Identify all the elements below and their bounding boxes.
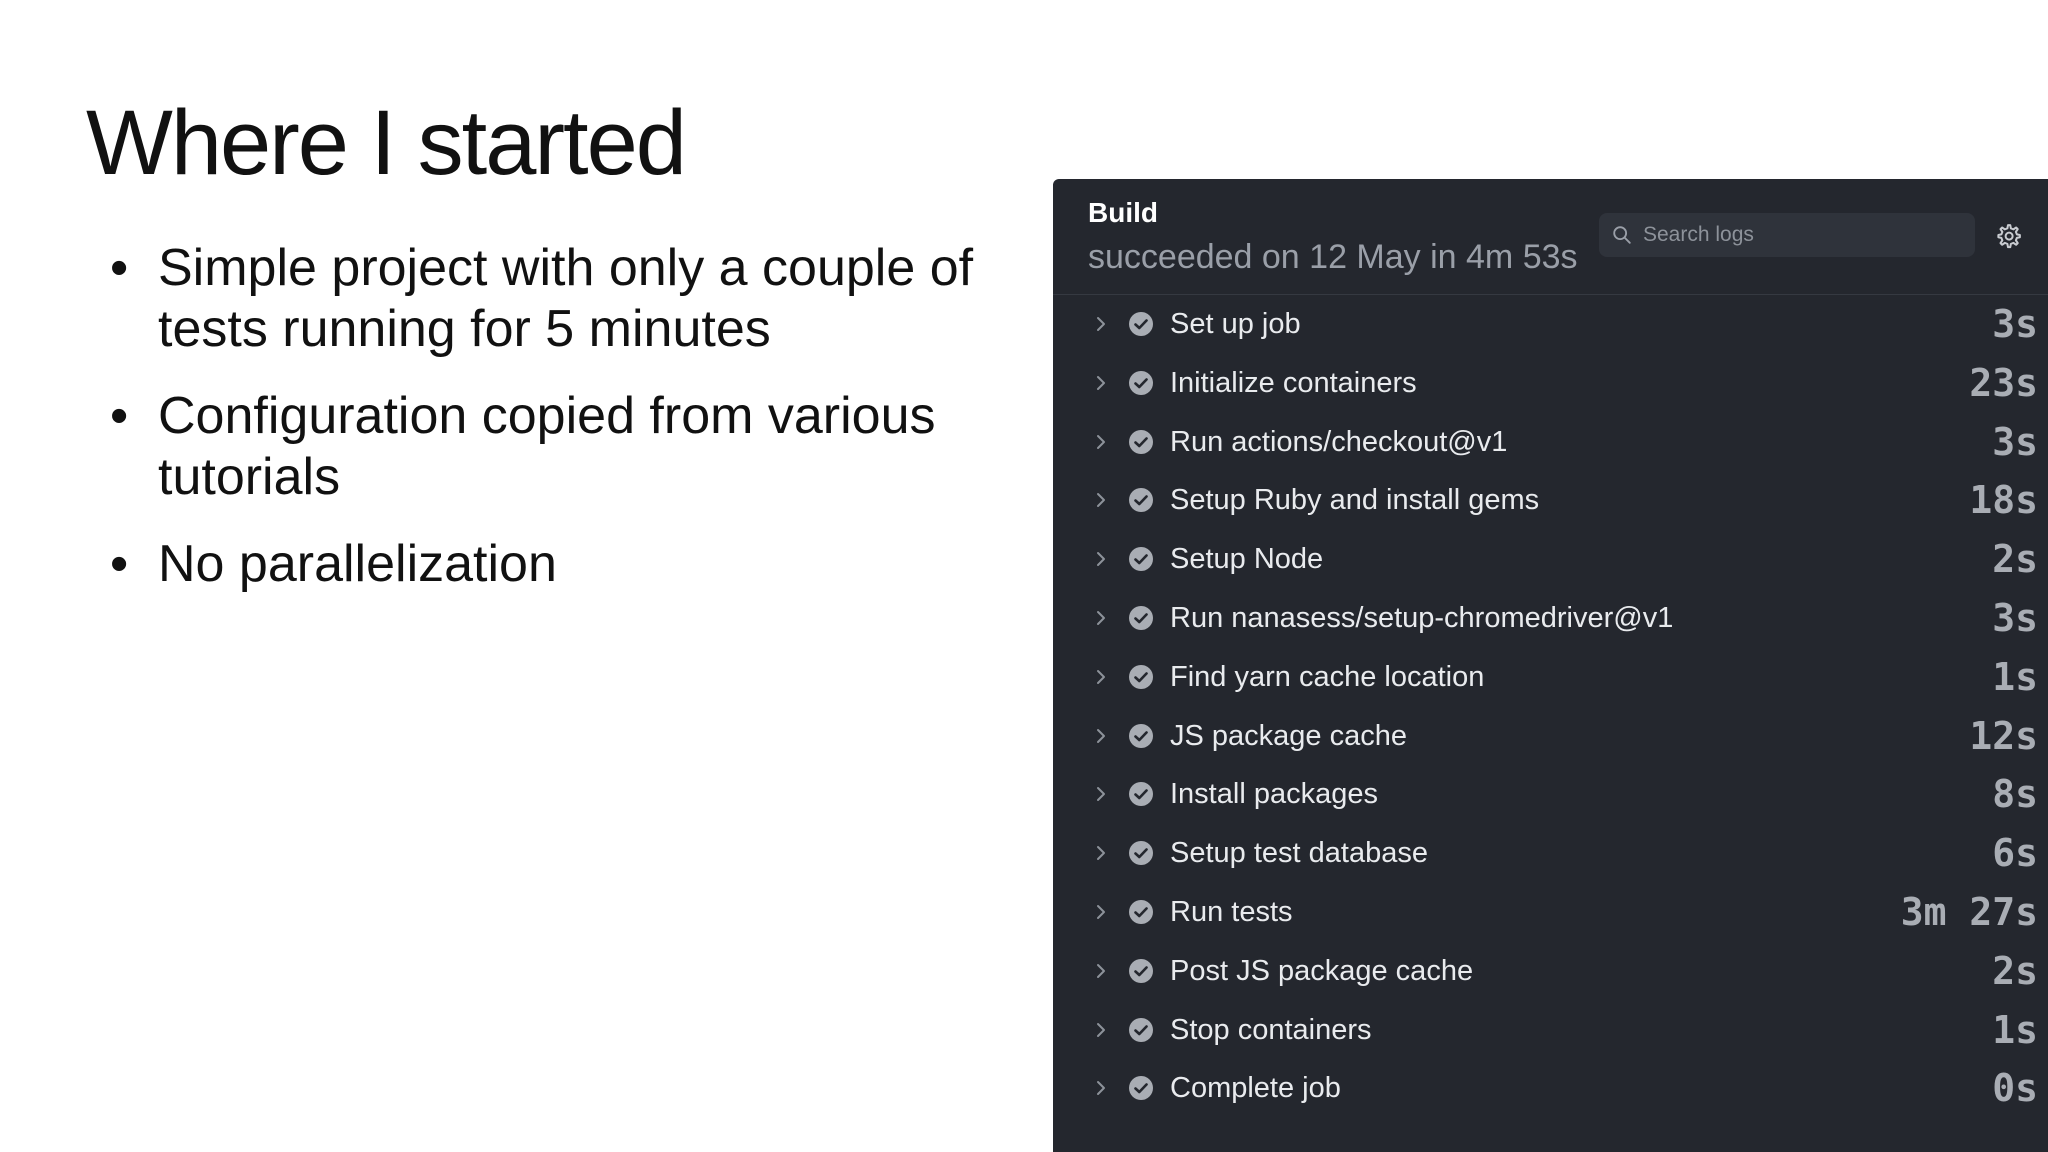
step-name: JS package cache [1170, 719, 1407, 752]
job-steps-list: Set up job 3s Initialize containers 23s Run … [1053, 295, 2048, 1118]
step-duration: 18s [1969, 478, 2038, 523]
bullet-point: • [110, 387, 129, 445]
job-step[interactable]: Setup Node 2s [1053, 530, 2048, 589]
search-icon [1613, 226, 1631, 244]
search-logs-box[interactable] [1599, 213, 1975, 257]
check-circle-icon [1129, 370, 1153, 395]
chevron-right-icon[interactable] [1091, 783, 1111, 805]
chevron-right-icon[interactable] [1091, 372, 1111, 394]
job-step[interactable]: Initialize containers 23s [1053, 354, 2048, 413]
bullet-point: • [110, 535, 129, 593]
step-name: Run tests [1170, 895, 1293, 928]
step-duration: 1s [1992, 654, 2038, 699]
check-circle-icon [1129, 488, 1153, 513]
slide-title: Where I started [86, 92, 687, 194]
bullet-item: • Configuration copied from various tuto… [110, 386, 1010, 508]
step-name: Run nanasess/setup-chromedriver@v1 [1170, 601, 1674, 634]
chevron-right-icon[interactable] [1091, 607, 1111, 629]
build-status-summary: succeeded on 12 May in 4m 53s [1088, 238, 1578, 276]
check-circle-icon [1129, 1017, 1153, 1042]
job-step[interactable]: Setup test database 6s [1053, 824, 2048, 883]
step-name: Set up job [1170, 308, 1301, 340]
step-duration: 8s [1992, 772, 2038, 817]
check-circle-icon [1129, 605, 1153, 630]
check-circle-icon [1129, 841, 1153, 866]
step-name: Complete job [1170, 1072, 1341, 1105]
gear-icon[interactable] [1993, 222, 2023, 252]
chevron-right-icon[interactable] [1091, 489, 1111, 511]
chevron-right-icon[interactable] [1091, 431, 1111, 453]
step-name: Post JS package cache [1170, 954, 1474, 987]
search-logs-input[interactable] [1643, 213, 1963, 257]
job-step[interactable]: Run actions/checkout@v1 3s [1053, 413, 2048, 472]
job-step[interactable]: Setup Ruby and install gems 18s [1053, 471, 2048, 530]
step-name: Install packages [1170, 778, 1378, 811]
step-name: Initialize containers [1170, 366, 1417, 399]
step-duration: 12s [1969, 713, 2038, 758]
job-step[interactable]: Find yarn cache location 1s [1053, 648, 2048, 707]
step-name: Stop containers [1170, 1013, 1372, 1046]
chevron-right-icon[interactable] [1091, 1077, 1111, 1099]
step-name: Setup Node [1170, 543, 1324, 576]
chevron-right-icon[interactable] [1091, 1019, 1111, 1041]
step-name: Find yarn cache location [1170, 660, 1485, 693]
step-duration: 0s [1992, 1066, 2038, 1111]
step-duration: 2s [1992, 948, 2038, 993]
check-circle-icon [1129, 429, 1153, 454]
step-name: Setup Ruby and install gems [1170, 484, 1540, 517]
chevron-right-icon[interactable] [1091, 842, 1111, 864]
step-duration: 3m 27s [1900, 889, 2038, 934]
step-duration: 3s [1992, 595, 2038, 640]
step-duration: 2s [1992, 537, 2038, 582]
step-name: Setup test database [1170, 837, 1428, 870]
chevron-right-icon[interactable] [1091, 960, 1111, 982]
chevron-right-icon[interactable] [1091, 725, 1111, 747]
build-title: Build [1088, 197, 1158, 228]
step-duration: 3s [1992, 419, 2038, 464]
check-circle-icon [1129, 664, 1153, 689]
bullet-item: • No parallelization [110, 534, 1010, 595]
job-step[interactable]: Run nanasess/setup-chromedriver@v1 3s [1053, 589, 2048, 648]
bullet-text: No parallelization [158, 535, 557, 593]
build-header: Build succeeded on 12 May in 4m 53s [1053, 179, 2048, 295]
check-circle-icon [1129, 1076, 1153, 1101]
step-duration: 6s [1992, 831, 2038, 876]
bullet-item: • Simple project with only a couple of t… [110, 238, 1010, 360]
step-duration: 1s [1992, 1007, 2038, 1052]
bullet-point: • [110, 239, 129, 297]
check-circle-icon [1129, 723, 1153, 748]
job-step[interactable]: Set up job 3s [1053, 295, 2048, 354]
job-step[interactable]: Post JS package cache 2s [1053, 942, 2048, 1001]
bullet-text: Configuration copied from various tutori… [158, 387, 936, 506]
check-circle-icon [1129, 312, 1153, 336]
job-step[interactable]: Stop containers 1s [1053, 1001, 2048, 1060]
bullet-list: • Simple project with only a couple of t… [110, 238, 1010, 621]
build-log-panel: Build succeeded on 12 May in 4m 53s Set … [1053, 179, 2048, 1152]
bullet-text: Simple project with only a couple of tes… [158, 239, 974, 358]
job-step[interactable]: Install packages 8s [1053, 765, 2048, 824]
chevron-right-icon[interactable] [1091, 901, 1111, 923]
chevron-right-icon[interactable] [1091, 313, 1111, 335]
step-duration: 3s [1992, 302, 2038, 346]
check-circle-icon [1129, 899, 1153, 924]
chevron-right-icon[interactable] [1091, 666, 1111, 688]
step-name: Run actions/checkout@v1 [1170, 425, 1508, 458]
job-step[interactable]: JS package cache 12s [1053, 707, 2048, 766]
chevron-right-icon[interactable] [1091, 548, 1111, 570]
check-circle-icon [1129, 547, 1153, 572]
check-circle-icon [1129, 958, 1153, 983]
job-step[interactable]: Complete job 0s [1053, 1059, 2048, 1118]
job-step[interactable]: Run tests 3m 27s [1053, 883, 2048, 942]
step-duration: 23s [1969, 360, 2038, 405]
check-circle-icon [1129, 782, 1153, 807]
